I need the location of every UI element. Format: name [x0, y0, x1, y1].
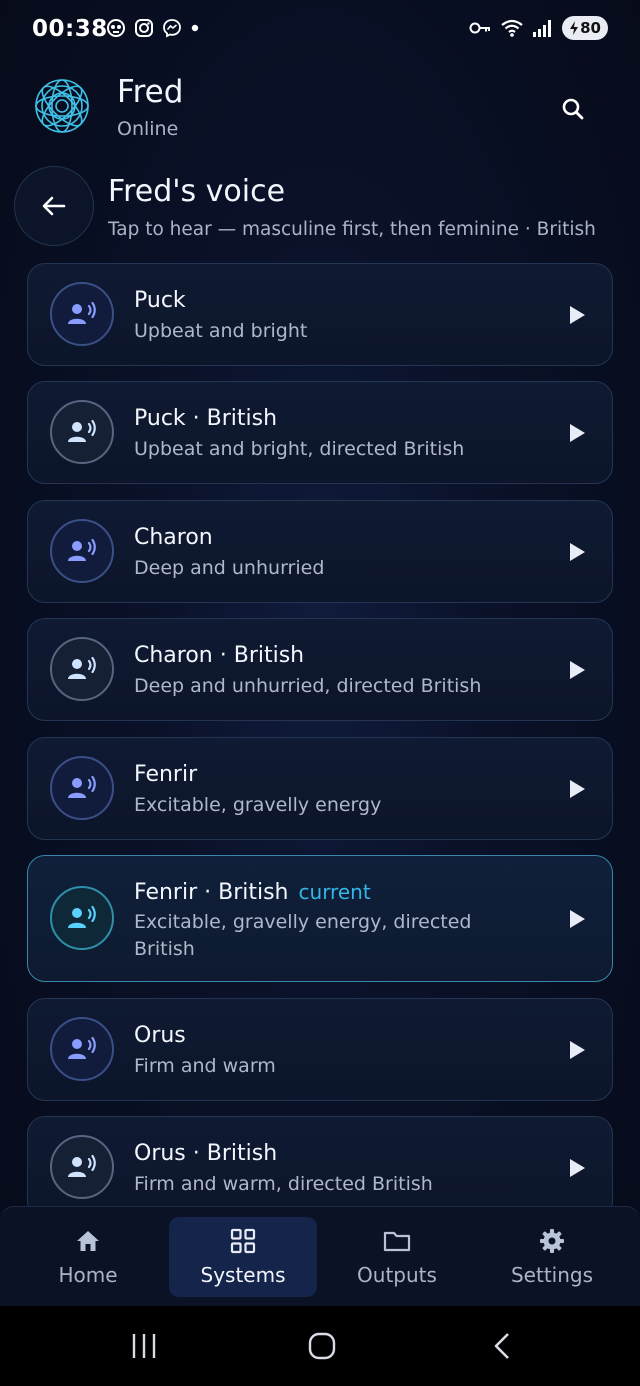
- instagram-icon: [134, 18, 154, 38]
- play-icon: [570, 910, 585, 928]
- skull-notification-icon: [106, 18, 126, 38]
- nav-label: Systems: [200, 1263, 286, 1287]
- nav-settings[interactable]: Settings: [478, 1217, 626, 1297]
- status-time: 00:38: [32, 16, 108, 42]
- voice-name: Charon · British: [134, 643, 305, 668]
- bottom-nav: Home Systems Outputs Settings: [0, 1206, 640, 1306]
- play-icon: [570, 1041, 585, 1059]
- battery-level: 80: [580, 19, 601, 37]
- voice-description: Excitable, gravelly energy, directed Bri…: [134, 911, 472, 960]
- current-badge: current: [298, 880, 371, 904]
- voice-card-charon[interactable]: Charon Deep and unhurried: [27, 500, 613, 603]
- voice-card-puck[interactable]: Puck Upbeat and bright: [27, 263, 613, 366]
- voice-description: Upbeat and bright, directed British: [134, 438, 465, 460]
- search-button[interactable]: [552, 88, 594, 130]
- voice-icon: [50, 756, 114, 820]
- voice-name: Puck: [134, 288, 186, 313]
- dot-icon: [190, 18, 200, 38]
- voice-name: Fenrir: [134, 762, 198, 787]
- chevron-left-icon: [494, 1333, 509, 1359]
- home-system-button[interactable]: [292, 1324, 352, 1368]
- nav-label: Settings: [510, 1263, 594, 1287]
- voice-icon: [50, 282, 114, 346]
- assistant-name: Fred: [117, 74, 184, 110]
- system-nav-bar: [0, 1306, 640, 1386]
- nav-label: Home: [58, 1263, 118, 1287]
- notification-icons: [106, 18, 200, 38]
- nav-home[interactable]: Home: [14, 1217, 162, 1297]
- play-icon: [570, 306, 585, 324]
- voice-name: Orus · British: [134, 1141, 278, 1166]
- play-icon: [570, 1159, 585, 1177]
- voice-description: Deep and unhurried: [134, 557, 325, 579]
- play-button[interactable]: [564, 302, 590, 328]
- voice-card-orus[interactable]: Orus Firm and warm: [27, 998, 613, 1101]
- voice-icon: [50, 1017, 114, 1081]
- voice-card-fenrir-british[interactable]: Fenrir · British current Excitable, grave…: [27, 855, 613, 982]
- voice-description: Firm and warm: [134, 1055, 276, 1077]
- voice-description: Firm and warm, directed British: [134, 1173, 433, 1195]
- recent-apps-icon: [132, 1334, 156, 1358]
- voice-icon: [50, 519, 114, 583]
- messenger-icon: [162, 18, 182, 38]
- arrow-left-icon: [42, 196, 66, 216]
- voice-name: Charon: [134, 525, 213, 550]
- voice-card-charon-british[interactable]: Charon · British Deep and unhurried, dir…: [27, 618, 613, 721]
- voice-name: Puck · British: [134, 406, 278, 431]
- play-button[interactable]: [564, 1155, 590, 1181]
- voice-card-orus-british[interactable]: Orus · British Firm and warm, directed B…: [27, 1116, 613, 1207]
- page-title: Fred's voice: [108, 174, 286, 209]
- voice-icon: [50, 400, 114, 464]
- play-button[interactable]: [564, 1037, 590, 1063]
- voice-name: Fenrir · British current: [134, 880, 371, 905]
- assistant-status: Online: [117, 118, 179, 140]
- voice-name: Orus: [134, 1023, 186, 1048]
- voice-card-puck-british[interactable]: Puck · British Upbeat and bright, direct…: [27, 381, 613, 484]
- play-icon: [570, 780, 585, 798]
- play-icon: [570, 661, 585, 679]
- voice-icon: [50, 637, 114, 701]
- folder-icon: [323, 1227, 471, 1255]
- play-icon: [570, 424, 585, 442]
- voice-card-fenrir[interactable]: Fenrir Excitable, gravelly energy: [27, 737, 613, 840]
- play-button[interactable]: [564, 657, 590, 683]
- voice-icon: [50, 1135, 114, 1199]
- play-icon: [570, 543, 585, 561]
- play-button[interactable]: [564, 539, 590, 565]
- grid-icon: [169, 1227, 317, 1255]
- nav-label: Outputs: [357, 1263, 437, 1287]
- app-header: Fred Online: [0, 72, 640, 144]
- avatar[interactable]: [34, 78, 90, 134]
- voice-description: Upbeat and bright: [134, 320, 308, 342]
- gear-icon: [478, 1227, 626, 1255]
- signal-icon: [532, 18, 554, 38]
- play-button[interactable]: [564, 420, 590, 446]
- key-icon: [468, 18, 492, 38]
- play-button[interactable]: [564, 776, 590, 802]
- voice-icon: [50, 886, 114, 950]
- voice-description: Excitable, gravelly energy: [134, 794, 382, 816]
- page-subtitle: Tap to hear — masculine first, then femi…: [108, 219, 596, 240]
- search-icon: [562, 98, 584, 120]
- home-icon: [14, 1227, 162, 1255]
- wifi-icon: [500, 18, 524, 38]
- voice-name-text: Fenrir · British: [134, 880, 289, 905]
- back-system-button[interactable]: [472, 1324, 532, 1368]
- home-circle-icon: [308, 1332, 336, 1360]
- recent-apps-button[interactable]: [114, 1324, 174, 1368]
- play-button[interactable]: [564, 906, 590, 932]
- nav-outputs[interactable]: Outputs: [323, 1217, 471, 1297]
- nav-systems[interactable]: Systems: [169, 1217, 317, 1297]
- voice-list[interactable]: Puck Upbeat and bright Puck · British Up…: [27, 263, 613, 1207]
- back-button[interactable]: [14, 166, 94, 246]
- system-status-icons: 80: [468, 16, 608, 40]
- battery-icon: 80: [562, 16, 608, 40]
- voice-description: Deep and unhurried, directed British: [134, 675, 482, 697]
- status-bar: 00:38 80: [0, 0, 640, 60]
